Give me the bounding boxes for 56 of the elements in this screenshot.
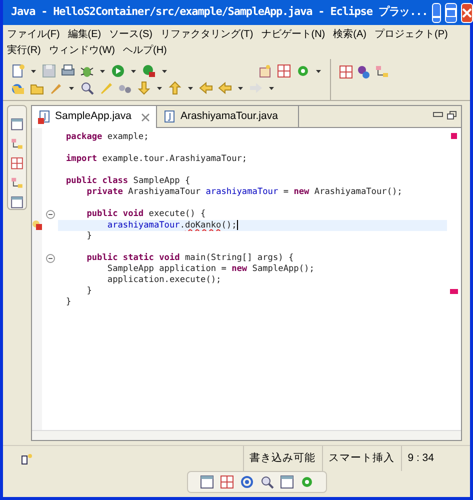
back-arrow-icon[interactable]	[199, 81, 213, 95]
code-line: public class SampleApp {	[66, 176, 190, 186]
menu-item[interactable]: 検索(A)	[333, 27, 366, 43]
menu-item[interactable]: 編集(E)	[68, 27, 102, 43]
collapse-icon[interactable]	[46, 210, 54, 219]
code-line: public void execute() {	[86, 209, 206, 219]
external-tool-icon[interactable]	[142, 64, 156, 78]
bug-icon[interactable]	[80, 64, 94, 78]
back-arrow-icon[interactable]	[218, 81, 232, 95]
menu-item[interactable]: 実行(R)	[7, 43, 41, 59]
code-line: }	[86, 286, 92, 296]
new-file-icon[interactable]	[11, 64, 25, 78]
minimize-view-icon[interactable]	[433, 112, 443, 118]
menu-item[interactable]: ウィンドウ(W)	[48, 43, 115, 59]
restore-icon[interactable]	[200, 475, 214, 489]
fast-view-icon[interactable]	[21, 452, 33, 464]
print-icon[interactable]	[61, 64, 75, 78]
menu-item[interactable]: ソース(S)	[109, 27, 152, 43]
code-line: }	[86, 231, 92, 241]
search-icon[interactable]	[80, 81, 94, 95]
maximize-button[interactable]	[444, 2, 457, 22]
close-tab-icon[interactable]	[141, 112, 150, 122]
code-line: import example.tour.ArashiyamaTour;	[66, 154, 248, 164]
code-line: SampleApp application = new SampleApp();	[106, 264, 314, 274]
folder-globe-icon[interactable]	[11, 81, 25, 95]
tree-icon[interactable]	[10, 176, 24, 190]
error-marker[interactable]	[450, 289, 458, 294]
menu-item[interactable]: ヘルプ(H)	[123, 43, 167, 59]
new-package-icon[interactable]	[258, 64, 272, 78]
code-line: }	[66, 297, 72, 307]
menu-item[interactable]: プロジェクト(P)	[374, 27, 448, 43]
collapse-icon[interactable]	[46, 254, 54, 263]
window-title: Java - HelloS2Container/src/example/SampleApp.java - Eclipse プラッ...	[11, 4, 428, 20]
code-line: package example;	[66, 132, 149, 142]
menu-item[interactable]: ファイル(F)	[7, 27, 60, 43]
editor-tab[interactable]: SampleApp.java	[32, 106, 158, 128]
java-file-error-icon	[38, 110, 51, 124]
debug-perspective-icon[interactable]	[375, 65, 389, 79]
code-line: public static void main(String[] args) {	[86, 253, 294, 263]
code-line: application.execute();	[106, 275, 222, 285]
code-line: arashiyamaTour.doKanko();	[106, 220, 237, 230]
restore-icon[interactable]	[10, 118, 24, 131]
restore-view-icon[interactable]	[447, 111, 457, 120]
hierarchy-icon[interactable]	[10, 138, 24, 150]
menu-item[interactable]: ナビゲート(N)	[261, 27, 326, 43]
menu-item[interactable]: リファクタリング(T)	[160, 27, 254, 43]
error-lightbulb-icon[interactable]	[32, 220, 42, 230]
java-file-icon	[163, 110, 176, 124]
close-button[interactable]	[460, 2, 473, 22]
code-line: private ArashiyamaTour arashiyamaTour = new ArashiyamaTour();	[86, 187, 402, 197]
status-field: 9 : 34	[400, 446, 440, 471]
minimize-button[interactable]	[432, 2, 441, 22]
error-summary-marker	[451, 133, 457, 139]
java-perspective-icon[interactable]	[357, 65, 371, 79]
horizontal-scrollbar[interactable]	[32, 430, 461, 440]
run-icon[interactable]	[111, 64, 125, 78]
